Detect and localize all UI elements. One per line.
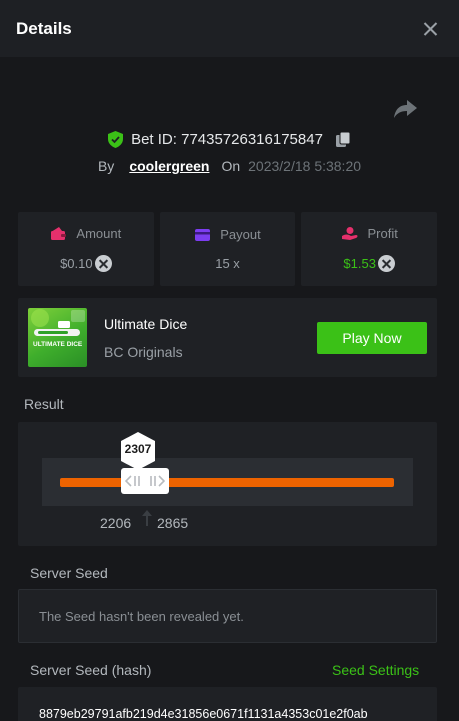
wallet-icon xyxy=(51,227,67,240)
coin-icon xyxy=(377,255,395,272)
bet-stats: Amount $0.10 Payout 15 x Profit $1.53 xyxy=(18,212,438,286)
result-panel: 2307 2206 2865 xyxy=(18,422,437,546)
username-link[interactable]: coolergreen xyxy=(129,158,209,174)
arrow-up-icon xyxy=(142,510,152,526)
game-card: ULTIMATE DICE Ultimate Dice BC Originals… xyxy=(18,298,437,377)
coin-icon xyxy=(94,255,112,272)
on-label: On xyxy=(221,158,241,174)
shield-check-icon xyxy=(108,130,124,148)
server-seed-label: Server Seed xyxy=(30,565,108,581)
copy-icon[interactable] xyxy=(335,131,351,148)
stat-profit: Profit $1.53 xyxy=(301,212,438,286)
game-thumbnail[interactable]: ULTIMATE DICE xyxy=(28,308,87,367)
dice-art-icon xyxy=(31,309,85,336)
result-value: 2307 xyxy=(124,442,152,456)
thumbnail-text: ULTIMATE DICE xyxy=(33,341,83,348)
details-header: Details xyxy=(0,0,459,57)
stat-amount-value: $0.10 xyxy=(60,256,93,271)
bet-byline: By coolergreen On 2023/2/18 5:38:20 xyxy=(0,156,459,176)
server-seed-text: The Seed hasn't been revealed yet. xyxy=(39,608,244,624)
stat-payout-label: Payout xyxy=(220,227,261,242)
stat-amount-label: Amount xyxy=(76,226,122,241)
range-low: 2206 xyxy=(100,515,132,531)
range-high: 2865 xyxy=(157,515,189,531)
play-now-button[interactable]: Play Now xyxy=(317,322,427,354)
page-title: Details xyxy=(16,18,72,38)
stat-payout-value: 15 x xyxy=(215,256,240,271)
slider-handle[interactable] xyxy=(121,468,169,494)
seed-settings-link[interactable]: Seed Settings xyxy=(332,662,419,678)
server-seed-hash-label: Server Seed (hash) xyxy=(30,662,152,678)
hand-coin-icon xyxy=(341,227,357,240)
share-icon[interactable] xyxy=(393,98,419,120)
result-label: Result xyxy=(24,396,64,412)
card-icon xyxy=(195,228,211,241)
server-seed-hash-value: 8879eb29791afb219d4e31856e0671f1131a4353… xyxy=(39,707,368,721)
bet-id-row: Bet ID: 77435726316175847 xyxy=(0,128,459,150)
game-provider: BC Originals xyxy=(104,344,183,360)
bet-id: Bet ID: 77435726316175847 xyxy=(131,130,323,148)
server-seed-box: The Seed hasn't been revealed yet. xyxy=(18,589,437,643)
bet-date: 2023/2/18 5:38:20 xyxy=(248,158,362,174)
stat-amount: Amount $0.10 xyxy=(18,212,154,286)
drag-handle-icon xyxy=(125,475,165,487)
result-range-bar xyxy=(60,478,394,487)
stat-profit-label: Profit xyxy=(367,226,398,241)
stat-payout: Payout 15 x xyxy=(159,212,296,286)
by-label: By xyxy=(97,158,115,174)
server-seed-hash-box[interactable]: 8879eb29791afb219d4e31856e0671f1131a4353… xyxy=(18,687,437,721)
stat-profit-value: $1.53 xyxy=(343,256,376,271)
game-name: Ultimate Dice xyxy=(104,316,188,332)
close-icon[interactable] xyxy=(419,17,443,41)
